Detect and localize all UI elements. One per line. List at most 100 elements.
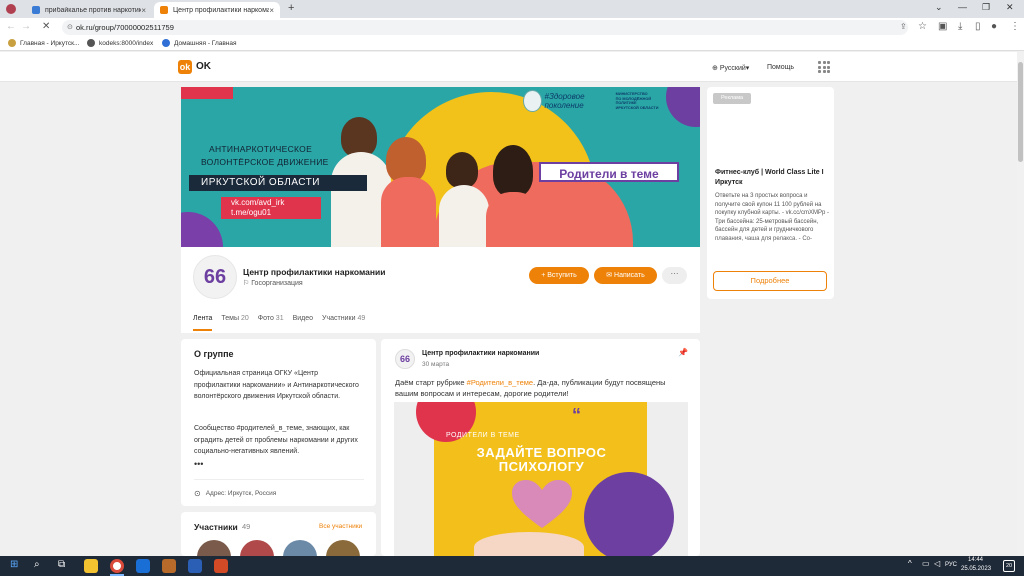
group-header-card: 66 Центр профилактики наркомании ⚐ Госор… (181, 247, 700, 333)
profile-icon[interactable] (6, 4, 16, 14)
group-tabs: Лента Темы 20 Фото 31 Видео Участники 49 (193, 315, 365, 331)
menu-icon[interactable]: ⋮ (1010, 21, 1020, 32)
tab-topics[interactable]: Темы 20 (221, 315, 248, 331)
tray-chevron-icon[interactable]: ^ (908, 559, 912, 568)
back-icon[interactable]: ← (6, 21, 16, 32)
bookmarks-bar: Главная - Иркутск... kodeks:8000/index Д… (0, 37, 1024, 51)
advertisement-card[interactable]: Реклама Фитнес-клуб | World Class Lite I… (707, 87, 834, 299)
write-label: Написать (614, 272, 645, 279)
divider (194, 479, 364, 480)
address-row: ⊙ Адрес: Иркутск, Россия (194, 489, 276, 498)
ministry-text: МИНИСТЕРСТВО ПО МОЛОДЁЖНОЙ ПОЛИТИКЕ ИРКУ… (616, 92, 663, 110)
avatar[interactable] (283, 540, 317, 556)
account-icon[interactable]: ● (991, 21, 997, 32)
notification-count: 20 (1005, 563, 1013, 569)
post-text-part: Даём старт рубрике (395, 378, 467, 387)
stop-loading-icon[interactable]: ✕ (42, 21, 50, 32)
windows-start-icon[interactable]: ⊞ (10, 559, 18, 570)
bookmark-item[interactable]: kodeks:8000/index (87, 39, 153, 47)
join-label: Вступить (547, 272, 577, 279)
tab-count: 31 (275, 315, 284, 322)
tab-label: Фото (257, 315, 274, 322)
file-explorer-icon[interactable] (84, 559, 98, 573)
bookmark-label: Домашняя - Главная (174, 39, 237, 47)
clock-time[interactable]: 14:44 (968, 557, 983, 563)
banner-decor (181, 212, 223, 247)
apps-grid-icon[interactable] (818, 61, 830, 73)
group-type-label: Госорганизация (251, 280, 303, 287)
sidebar-icon[interactable]: ▯ (975, 21, 981, 32)
chrome-icon[interactable] (110, 559, 124, 573)
all-members-link[interactable]: Все участники (319, 523, 362, 530)
powerpoint-icon[interactable] (214, 559, 228, 573)
network-icon[interactable]: ▭ (922, 559, 930, 568)
ministry-script-text: #Здоровое поколение (544, 92, 585, 110)
write-message-button[interactable]: ✉ Написать (594, 267, 657, 284)
post-author-avatar[interactable]: 66 (395, 349, 415, 369)
help-link[interactable]: Помощь (767, 64, 794, 71)
group-avatar[interactable]: 66 (193, 255, 237, 299)
post-image[interactable]: РОДИТЕЛИ В ТЕМЕ ЗАДАЙТЕ ВОПРОС ПСИХОЛОГУ… (394, 402, 688, 556)
word-icon[interactable] (188, 559, 202, 573)
ok-logo-text[interactable]: OK (196, 61, 211, 72)
bookmark-item[interactable]: Домашняя - Главная (162, 39, 237, 47)
ad-details-button[interactable]: Подробнее (713, 271, 827, 291)
avatar[interactable] (326, 540, 360, 556)
close-icon[interactable]: × (269, 6, 274, 15)
extensions-icon[interactable]: ▣ (938, 21, 947, 32)
join-button[interactable]: + Вступить (529, 267, 589, 284)
app-icon[interactable] (162, 559, 176, 573)
notifications-icon[interactable]: 20 (1003, 560, 1015, 572)
ad-title[interactable]: Фитнес-клуб | World Class Lite I Иркутск (715, 168, 830, 188)
close-window-icon[interactable]: ✕ (1006, 2, 1014, 13)
quote-logo-icon: “ (572, 405, 581, 425)
avatar[interactable] (240, 540, 274, 556)
show-more-button[interactable]: ••• (194, 459, 203, 469)
restore-icon[interactable]: ❐ (982, 2, 990, 13)
clock-date[interactable]: 25.05.2023 (961, 566, 991, 572)
tab-1[interactable]: прибайкалье против наркотико... × (26, 2, 152, 18)
more-options-button[interactable]: ··· (662, 267, 687, 284)
tab-members[interactable]: Участники 49 (322, 315, 365, 331)
tab-videos[interactable]: Видео (293, 315, 313, 331)
tab-feed[interactable]: Лента (193, 315, 213, 331)
ok-logo-icon[interactable]: ok (178, 60, 192, 74)
bookmark-star-icon[interactable]: ☆ (918, 21, 927, 32)
language-indicator[interactable]: РУС (945, 562, 957, 568)
about-title: О группе (194, 349, 234, 359)
post-image-caption: РОДИТЕЛИ В ТЕМЕ (446, 432, 520, 439)
quote-logo-icon: 66 (203, 265, 227, 288)
feed-post: 66 Центр профилактики наркомании 30 март… (381, 339, 700, 556)
close-icon[interactable]: × (141, 6, 146, 15)
search-icon[interactable]: ⌕ (34, 559, 40, 570)
banner-link-vk: vk.com/avd_irk (231, 198, 285, 207)
omnibox[interactable]: ⊙ ok.ru/group/70000002511759 ⇪ (62, 20, 908, 35)
bookmark-label: kodeks:8000/index (99, 39, 154, 47)
post-hashtag-link[interactable]: #Родители_в_теме (467, 378, 533, 387)
scrollbar-thumb[interactable] (1018, 62, 1023, 162)
banner-person-illustration (446, 152, 478, 188)
tab-photos[interactable]: Фото 31 (258, 315, 284, 331)
banner-decor (181, 87, 233, 99)
members-count: 49 (242, 522, 251, 531)
minimize-icon[interactable]: — (958, 2, 967, 12)
tab-2-active[interactable]: Центр профилактики наркомании × (154, 2, 280, 18)
bookmark-item[interactable]: Главная - Иркутск... (8, 39, 79, 47)
page-scrollbar[interactable] (1017, 52, 1024, 556)
new-tab-button[interactable]: + (288, 2, 294, 14)
language-selector[interactable]: ⊕ Русский▾ (712, 64, 749, 72)
forward-icon[interactable]: → (21, 21, 31, 32)
banner-person-illustration (341, 117, 377, 157)
task-view-icon[interactable]: ⧉ (58, 559, 65, 570)
outlook-icon[interactable] (136, 559, 150, 573)
banner-person-illustration (439, 185, 489, 247)
download-icon[interactable]: ⤓ (958, 21, 962, 32)
volume-icon[interactable]: ◁ (934, 559, 940, 568)
banner-campaign-tag: Родители в теме (539, 162, 679, 182)
post-author-name[interactable]: Центр профилактики наркомании (422, 350, 539, 357)
share-icon[interactable]: ⇪ (900, 22, 907, 31)
avatar[interactable] (197, 540, 231, 556)
post-date[interactable]: 30 марта (422, 361, 449, 368)
ad-badge: Реклама (713, 93, 751, 104)
tab-search-icon[interactable]: ⌄ (935, 2, 943, 13)
